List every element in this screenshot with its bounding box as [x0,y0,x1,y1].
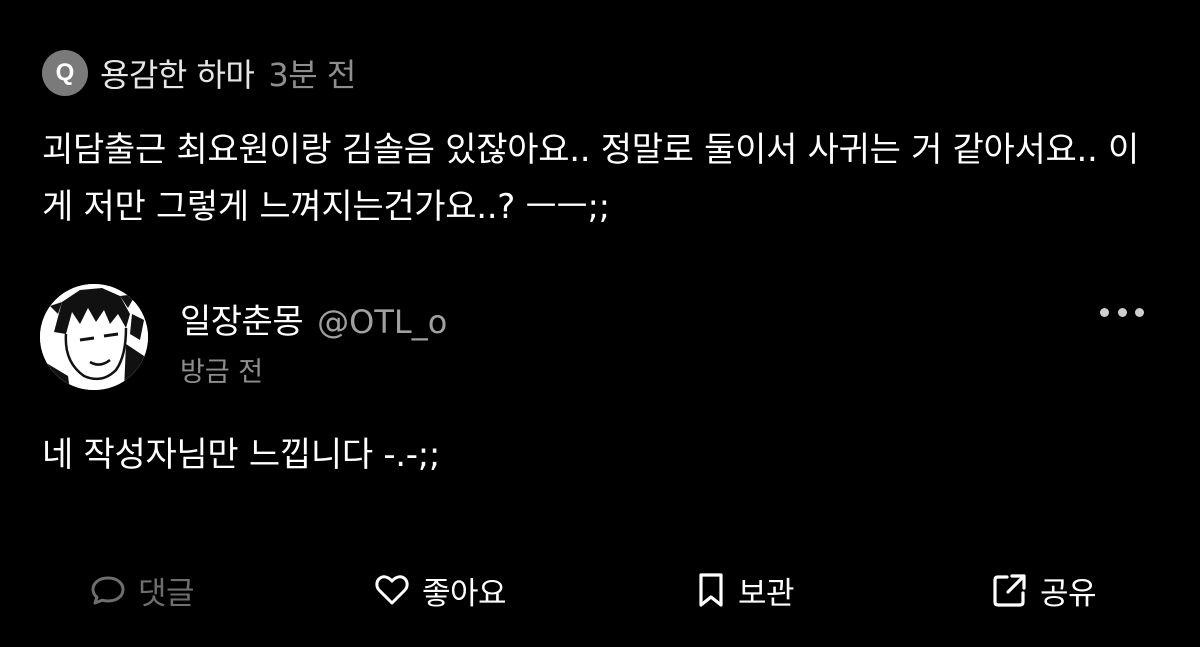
share-external-icon [993,574,1026,607]
more-options-button[interactable] [1100,300,1144,324]
avatar-illustration-icon [40,284,148,390]
save-button[interactable]: 보관 [694,560,795,620]
speech-bubble-icon [91,576,125,605]
share-button[interactable]: 공유 [990,560,1097,620]
answerer-name-row: 일장춘몽 @OTL_o [180,294,447,343]
question-badge-icon: Q [42,50,88,96]
answer-text: 네 작성자님만 느낍니다 -.-;; [42,435,441,475]
bookmark-outline-icon [699,573,723,607]
avatar[interactable] [40,284,148,390]
question-header: Q 용감한 하마 3분 전 [42,50,356,96]
action-bar: 댓글 좋아요 보관 공유 [0,560,1200,620]
like-label: 좋아요 [422,575,507,612]
answer-timestamp: 방금 전 [180,357,264,388]
answerer-handle[interactable]: @OTL_o [317,303,447,341]
more-horizontal-icon [1117,307,1127,317]
asker-name: 용감한 하마 [100,56,255,94]
question-text: 괴담출근 최요원이랑 김솔음 있잖아요.. 정말로 둘이서 사귀는 거 같아서요… [42,130,1139,227]
share-label: 공유 [1040,575,1097,612]
comment-label: 댓글 [138,575,195,612]
heart-outline-icon [375,575,409,605]
like-button[interactable]: 좋아요 [372,560,507,620]
comment-button[interactable]: 댓글 [88,560,195,620]
save-label: 보관 [738,575,795,612]
question-timestamp: 3분 전 [268,56,356,94]
more-horizontal-icon [1100,307,1109,317]
answerer-name[interactable]: 일장춘몽 [180,294,304,343]
answer-header: 일장춘몽 @OTL_o 방금 전 [40,284,1160,392]
more-horizontal-icon [1135,307,1144,317]
